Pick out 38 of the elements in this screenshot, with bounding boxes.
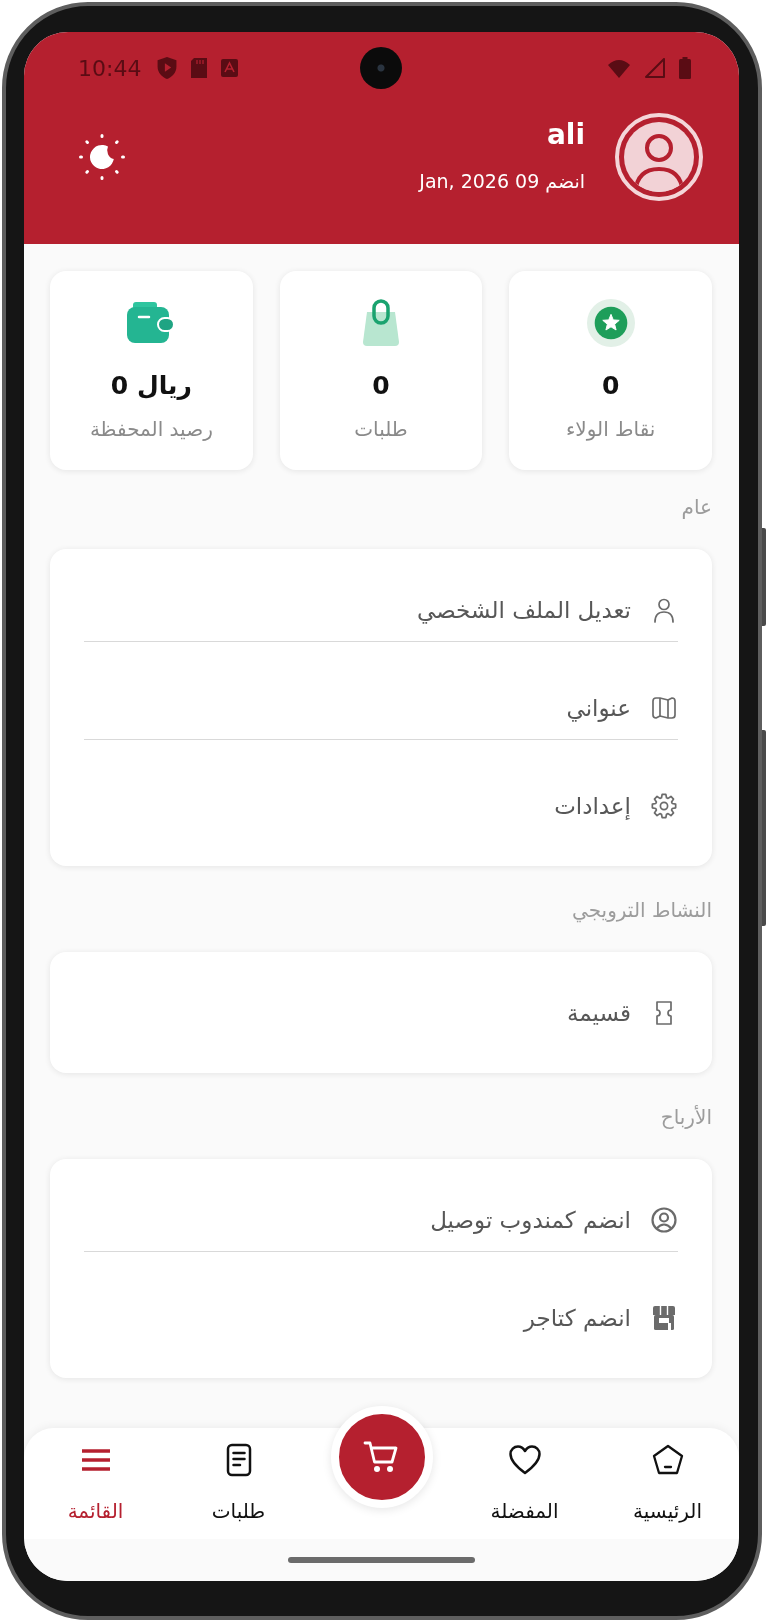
map-icon [650,694,678,722]
menu-item[interactable]: قسيمة [84,952,678,1044]
app-notification-icon [221,59,239,77]
nav-tab[interactable]: المفضلة [490,1428,559,1525]
section-title: الأرباح [659,1104,712,1131]
avatar-icon [615,113,703,201]
heart-icon [507,1443,542,1477]
menu-item[interactable]: إعدادات [84,740,678,837]
star-badge-icon [585,299,636,347]
menu-item[interactable]: انضم كمندوب توصيل [84,1159,678,1252]
stat-label: رصيد المحفظة [89,416,213,443]
nav-tab[interactable]: طلبات [211,1428,266,1525]
shield-play-icon [157,57,178,79]
menu-item[interactable]: عنواني [84,642,678,740]
stat-card[interactable]: ريال 0 رصيد المحفظة [50,271,253,470]
stat-value: 0 [372,370,390,402]
join-date: انضم 09 Jan, 2026 [419,169,585,195]
nav-tab[interactable]: الرئيسية [633,1428,702,1525]
stat-label: نقاط الولاء [565,416,656,443]
wifi-icon [607,58,631,78]
section-title: عام [680,494,712,521]
status-time: 10:44 [78,55,142,81]
person-circle-icon [650,1206,678,1234]
house-icon [650,1443,685,1477]
battery-icon [679,57,691,79]
stat-value: ريال 0 [110,370,192,402]
stat-label: طلبات [354,416,408,443]
sd-card-icon [191,58,208,78]
stat-value: 0 [601,370,620,402]
cell-signal-icon [645,58,665,78]
menu-item[interactable]: انضم كتاجر [84,1252,678,1349]
store-icon [650,1304,678,1332]
section-title: النشاط الترويجي [571,897,712,924]
user-name: ali [545,117,585,153]
moon-sun-icon[interactable] [78,133,126,181]
menu-item[interactable]: تعديل الملف الشخصي [84,549,678,642]
nav-tab[interactable]: القائمة [67,1428,124,1525]
settings-icon [650,792,678,820]
